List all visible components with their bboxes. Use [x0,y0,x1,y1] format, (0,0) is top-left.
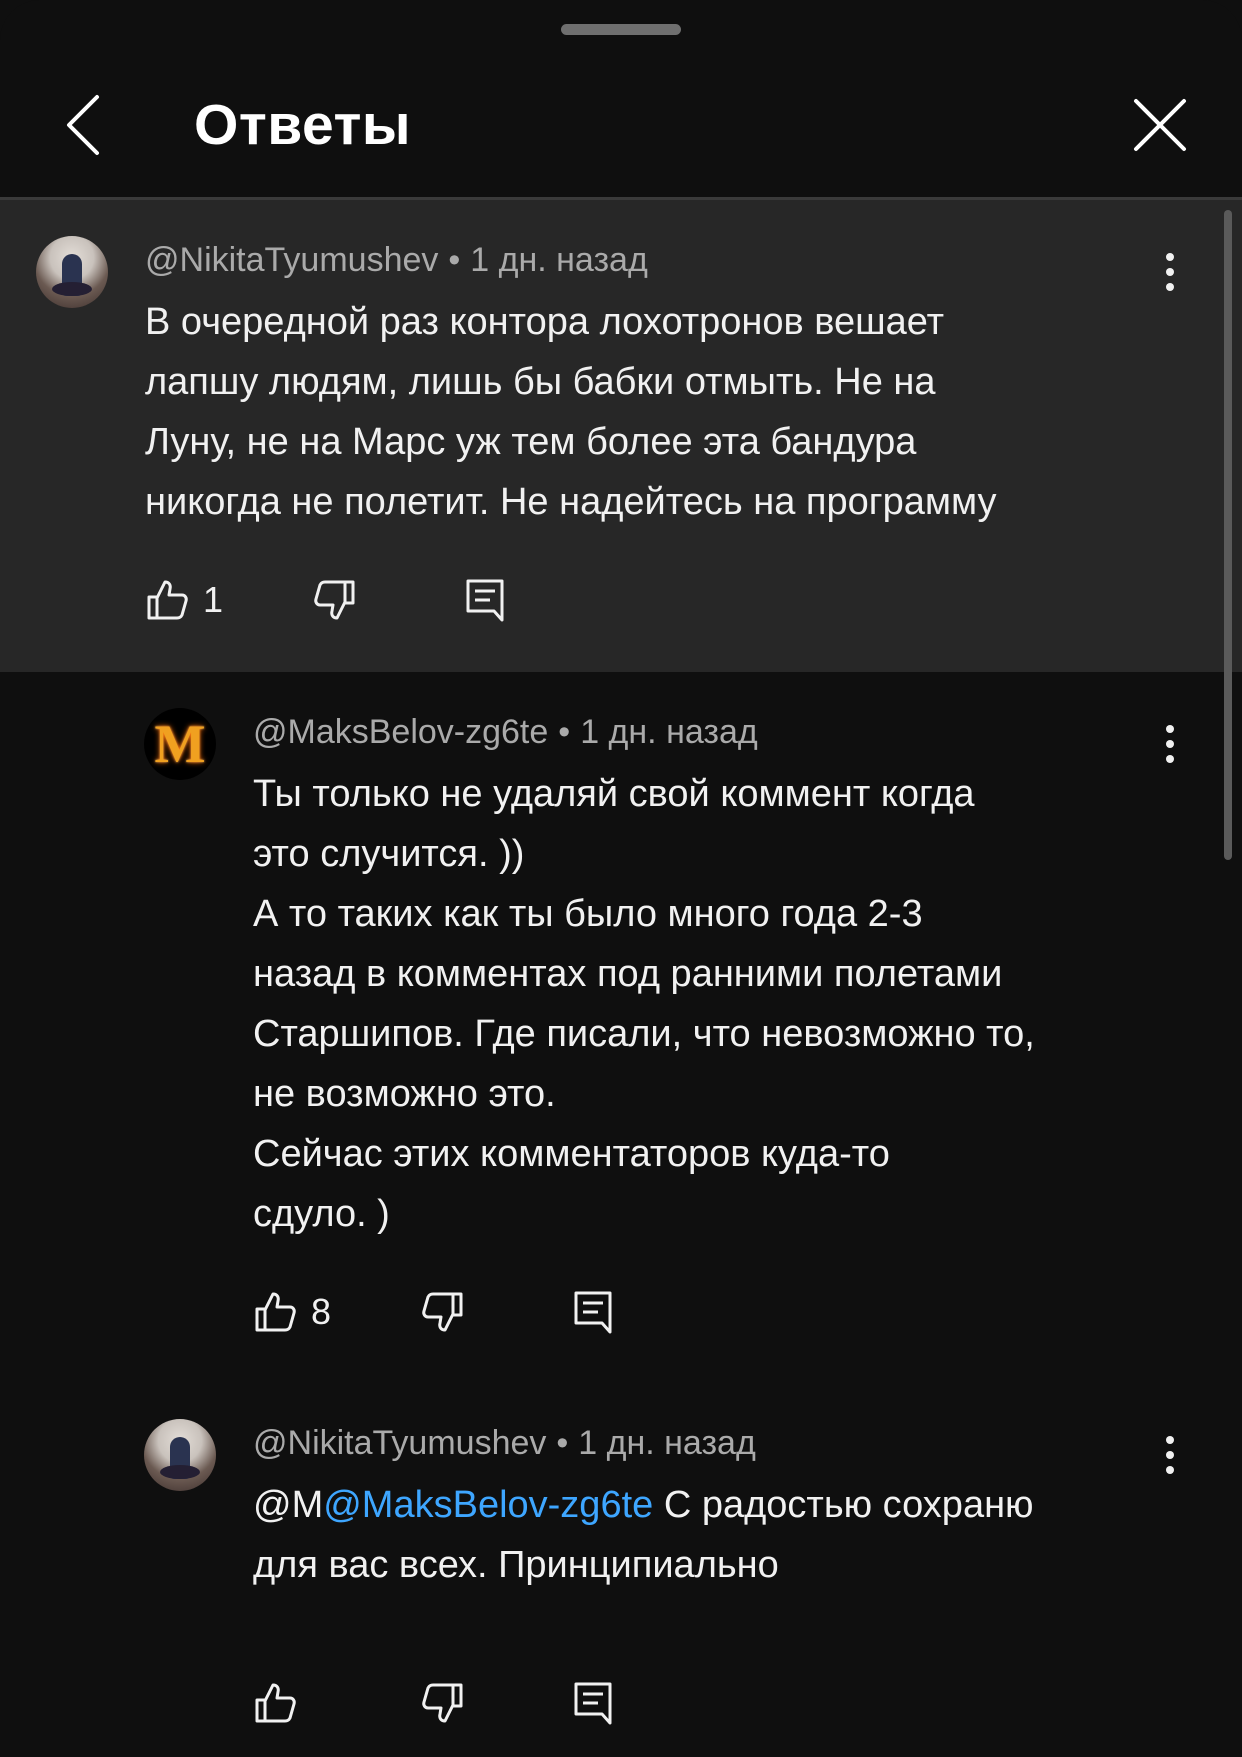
page-title: Ответы [194,93,412,157]
reply-icon [573,1681,613,1725]
comment-author[interactable]: @NikitaTyumushev [253,1424,546,1462]
meta-separator: • [448,241,461,279]
reply-button[interactable] [465,570,505,630]
meta-separator: • [556,1424,569,1462]
avatar[interactable] [36,236,108,308]
reply-icon [465,578,505,622]
back-button[interactable] [48,90,118,160]
avatar-letter: M [154,714,206,774]
comment-time: 1 дн. назад [470,241,648,279]
like-count: 1 [203,579,224,620]
thumb-up-icon [145,578,189,622]
comment-time: 1 дн. назад [578,1424,756,1462]
comment-actions [253,1673,673,1733]
like-button[interactable]: 8 [253,1282,331,1342]
comment-meta: @NikitaTyumushev • 1 дн. назад [253,1423,756,1463]
meta-separator: • [558,713,571,751]
avatar[interactable] [144,1419,216,1491]
drag-handle[interactable] [561,24,681,35]
thumb-up-icon [253,1681,297,1725]
scrollbar[interactable] [1224,210,1232,860]
close-button[interactable] [1120,90,1200,160]
like-button[interactable] [253,1673,311,1733]
close-icon [1132,97,1188,153]
reply-icon [573,1290,613,1334]
reply-item: @NikitaTyumushev • 1 дн. назад @M@MaksBelo… [0,1383,1242,1757]
thumb-down-icon [313,578,357,622]
comment-meta: @MaksBelov-zg6te • 1 дн. назад [253,712,758,752]
more-vert-icon [1165,724,1175,764]
avatar-figure-base [160,1465,200,1479]
like-count: 8 [311,1291,332,1332]
reply-button[interactable] [573,1282,613,1342]
dislike-button[interactable] [313,570,357,630]
comment-text: @M@MaksBelov-zg6te С радостью сохраню дл… [253,1475,1163,1595]
comment-actions: 8 [253,1282,673,1342]
comment-actions: 1 [145,570,565,630]
thumb-down-icon [421,1290,465,1334]
comment-time: 1 дн. назад [580,713,758,751]
header: Ответы [0,60,1242,196]
dislike-button[interactable] [421,1673,465,1733]
replies-sheet: Ответы @NikitaTyumushev • 1 дн. назад В … [0,0,1242,1757]
comment-author[interactable]: @MaksBelov-zg6te [253,713,548,751]
more-options-button[interactable] [1150,242,1190,302]
reply-button[interactable] [573,1673,613,1733]
more-vert-icon [1165,1435,1175,1475]
thumb-up-icon [253,1290,297,1334]
thumb-down-icon [421,1681,465,1725]
avatar-figure-base [52,282,92,296]
comment-text: Ты только не удаляй свой коммент когда э… [253,773,1035,1235]
more-vert-icon [1165,252,1175,292]
like-button[interactable]: 1 [145,570,223,630]
reply-item: M @MaksBelov-zg6te • 1 дн. назад Ты только… [0,672,1242,1334]
mention-prefix: @M [253,1484,324,1526]
parent-comment: @NikitaTyumushev • 1 дн. назад В очередной… [0,200,1242,672]
comment-meta: @NikitaTyumushev • 1 дн. назад [145,240,648,280]
back-arrow-icon [63,93,103,157]
comment-author[interactable]: @NikitaTyumushev [145,241,438,279]
comment-text: В очередной раз контора лохотронов вешае… [145,301,997,523]
mention-link[interactable]: @MaksBelov-zg6te [323,1484,653,1526]
avatar[interactable]: M [144,708,216,780]
dislike-button[interactable] [421,1282,465,1342]
